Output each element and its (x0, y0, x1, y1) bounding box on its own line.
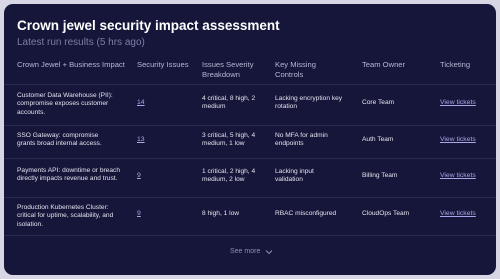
row-divider (4, 197, 496, 198)
missing-controls-cell: No MFA for admin endpoints (275, 132, 328, 148)
team-owner-cell: Auth Team (362, 136, 394, 143)
card-subtitle: Latest run results (5 hrs ago) (17, 37, 145, 48)
security-issues-link[interactable]: 13 (137, 136, 145, 143)
team-owner-cell: Core Team (362, 99, 395, 106)
row-divider (4, 125, 496, 126)
security-issues-link[interactable]: 14 (137, 99, 145, 106)
severity-cell: 4 critical, 8 high, 2 medium (202, 95, 256, 111)
column-header-ticketing: Ticketing (440, 60, 471, 69)
view-tickets-link[interactable]: View tickets (440, 136, 476, 143)
severity-cell: 3 critical, 5 high, 4 medium, 1 low (202, 132, 256, 148)
header-divider (4, 84, 496, 85)
security-issues-link[interactable]: 9 (137, 210, 141, 217)
column-header-impact: Crown Jewel + Business Impact (17, 60, 125, 69)
view-tickets-link[interactable]: View tickets (440, 210, 476, 217)
card-title: Crown jewel security impact assessment (17, 18, 280, 33)
security-issues-link[interactable]: 9 (137, 172, 141, 179)
column-header-controls: Key Missing Controls (275, 60, 316, 79)
missing-controls-cell: Lacking encryption key rotation (275, 95, 343, 111)
severity-cell: 8 high, 1 low (202, 210, 240, 217)
team-owner-cell: Billing Team (362, 172, 398, 179)
column-header-owner: Team Owner (362, 60, 406, 69)
missing-controls-cell: Lacking input validation (275, 168, 314, 184)
row-divider (4, 235, 496, 236)
view-tickets-link[interactable]: View tickets (440, 172, 476, 179)
see-more-button[interactable]: See more (230, 248, 273, 255)
view-tickets-link[interactable]: View tickets (440, 99, 476, 106)
column-header-severity: Issues Severity Breakdown (202, 60, 254, 79)
missing-controls-cell: RBAC misconfigured (275, 210, 337, 217)
see-more-label: See more (230, 248, 261, 255)
row-divider (4, 158, 496, 159)
impact-cell: SSO Gateway: compromise grants broad int… (17, 132, 102, 148)
chevron-down-icon (266, 249, 273, 254)
impact-cell: Payments API: downtime or breach directl… (17, 167, 120, 183)
severity-cell: 1 critical, 2 high, 4 medium, 2 low (202, 168, 256, 184)
team-owner-cell: CloudOps Team (362, 210, 410, 217)
impact-cell: Production Kubernetes Cluster: critical … (17, 204, 114, 228)
column-header-issues: Security Issues (137, 60, 189, 69)
assessment-card: Crown jewel security impact assessment L… (4, 4, 496, 275)
impact-cell: Customer Data Warehouse (PII): compromis… (17, 92, 113, 116)
